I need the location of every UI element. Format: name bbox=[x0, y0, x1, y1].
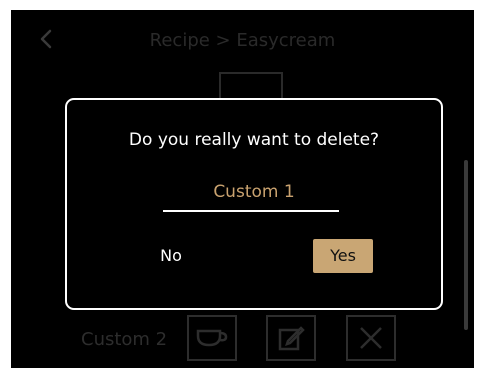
delete-confirm-dialog: Do you really want to delete? Custom 1 N… bbox=[65, 98, 443, 310]
screen: Recipe > Easycream Custom 2 Do you reall… bbox=[11, 10, 474, 368]
delete-button[interactable] bbox=[346, 315, 396, 361]
close-icon bbox=[358, 325, 384, 351]
cup-button[interactable] bbox=[187, 315, 237, 361]
no-button[interactable]: No bbox=[151, 241, 191, 271]
page-title: Recipe > Easycream bbox=[149, 30, 336, 51]
cup-icon bbox=[195, 326, 229, 350]
item-name-underline bbox=[163, 210, 339, 212]
list-item-label: Custom 2 bbox=[81, 329, 168, 350]
dialog-item-name: Custom 1 bbox=[213, 182, 295, 202]
yes-button[interactable]: Yes bbox=[313, 239, 373, 273]
edit-icon bbox=[277, 324, 305, 352]
edit-button[interactable] bbox=[266, 315, 316, 361]
scrollbar[interactable] bbox=[464, 160, 468, 330]
dialog-question: Do you really want to delete? bbox=[128, 130, 380, 150]
